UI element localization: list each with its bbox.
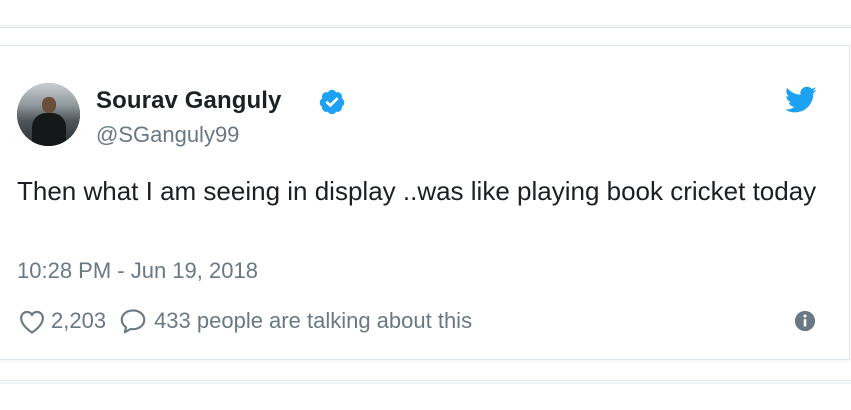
avatar-figure-body [32, 113, 66, 146]
like-count[interactable]: 2,203 [51, 308, 106, 334]
reply-bubble-icon[interactable] [118, 306, 148, 336]
info-icon[interactable] [794, 310, 816, 332]
stacked-card-edge-bottom [0, 382, 851, 384]
tweet-actions: 2,203 433 people are talking about this [17, 306, 472, 336]
talking-about-link[interactable]: 433 people are talking about this [154, 308, 472, 334]
verified-badge-icon [319, 89, 345, 115]
screenshot-stage: Sourav Ganguly @SGanguly99 Then what I a… [0, 0, 851, 410]
twitter-bird-icon[interactable] [785, 86, 817, 114]
divider-bottom [0, 380, 851, 381]
author-avatar[interactable] [17, 83, 80, 146]
avatar-figure-head [42, 97, 56, 113]
embedded-tweet-card[interactable]: Sourav Ganguly @SGanguly99 Then what I a… [0, 45, 850, 360]
author-handle[interactable]: @SGanguly99 [96, 122, 239, 148]
divider-top [0, 27, 851, 28]
heart-icon[interactable] [17, 306, 47, 336]
tweet-text: Then what I am seeing in display ..was l… [17, 176, 817, 206]
author-name[interactable]: Sourav Ganguly [96, 87, 281, 115]
tweet-timestamp[interactable]: 10:28 PM - Jun 19, 2018 [17, 258, 258, 284]
